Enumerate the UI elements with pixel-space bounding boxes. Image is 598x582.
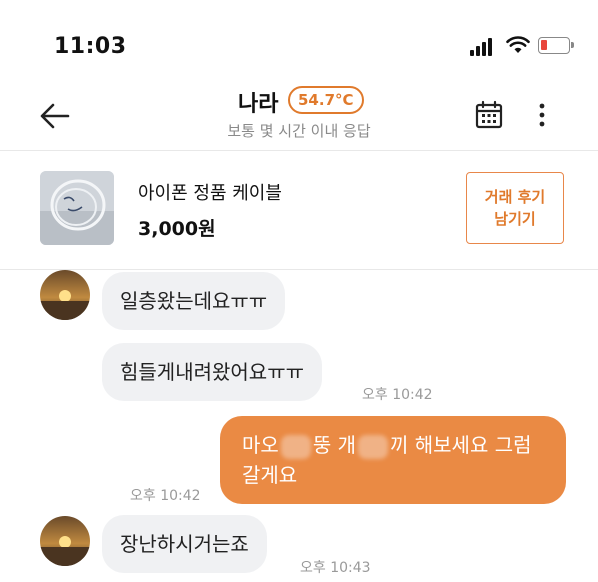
status-time: 11:03 xyxy=(54,34,127,59)
message-text-part: 마오 xyxy=(242,433,279,457)
product-price: 3,000원 xyxy=(138,218,216,240)
leave-review-button[interactable]: 거래 후기 남기기 xyxy=(466,172,564,244)
calendar-icon[interactable] xyxy=(474,100,504,130)
incoming-message: 장난하시거는죠 xyxy=(102,515,267,573)
chat-header: 나라 54.7°C 보통 몇 시간 이내 응답 xyxy=(0,80,598,150)
product-divider xyxy=(0,269,598,270)
message-time: 오후 10:42 xyxy=(130,488,201,504)
battery-icon xyxy=(538,37,574,54)
response-time-text: 보통 몇 시간 이내 응답 xyxy=(227,122,371,140)
incoming-message: 일층왔는데요ㅠㅠ xyxy=(102,272,286,330)
incoming-message: 힘들게내려왔어요ㅠㅠ xyxy=(102,343,322,401)
wifi-icon xyxy=(506,36,530,53)
message-text-part: 끼 해보세요 그럼 xyxy=(389,433,532,457)
status-bar: 11:03 xyxy=(0,0,598,80)
review-button-line2: 남기기 xyxy=(494,210,536,228)
manner-temperature-badge: 54.7°C xyxy=(288,86,364,114)
product-thumbnail xyxy=(40,171,114,245)
message-time: 오후 10:43 xyxy=(300,560,371,576)
more-options-icon[interactable] xyxy=(532,100,552,130)
partner-avatar[interactable] xyxy=(40,270,90,320)
product-title: 아이폰 정품 케이블 xyxy=(138,183,282,204)
outgoing-message: 마오 뚱 개 끼 해보세요 그럼 갈게요 xyxy=(220,416,566,504)
signal-icon xyxy=(470,38,496,56)
partner-avatar[interactable] xyxy=(40,516,90,566)
product-summary[interactable]: 아이폰 정품 케이블 3,000원 거래 후기 남기기 xyxy=(0,151,598,269)
message-text-part: 뚱 개 xyxy=(312,433,356,457)
censored-blur xyxy=(357,434,388,459)
censored-blur xyxy=(280,434,311,459)
partner-name: 나라 xyxy=(238,92,279,117)
review-button-line1: 거래 후기 xyxy=(484,188,546,206)
message-text-part: 갈게요 xyxy=(242,463,298,487)
message-time: 오후 10:42 xyxy=(362,387,433,403)
